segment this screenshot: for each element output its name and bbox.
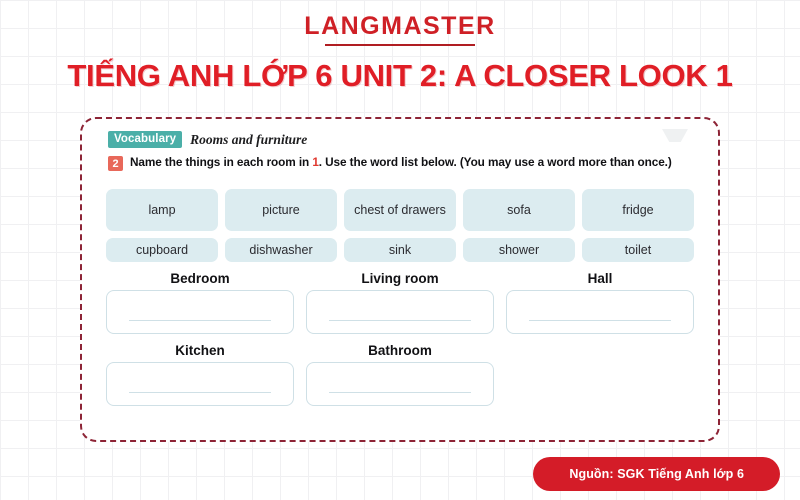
word-chip[interactable]: sink (344, 238, 456, 262)
word-chip[interactable]: lamp (106, 189, 218, 231)
room-label: Living room (361, 271, 439, 286)
vocabulary-badge: Vocabulary (108, 131, 183, 148)
answer-writing-line (329, 392, 471, 393)
room-cell-living-room: Living room (306, 271, 494, 334)
brand-underline (325, 44, 475, 46)
room-label: Hall (587, 271, 613, 286)
word-chip[interactable]: sofa (463, 189, 575, 231)
answer-box[interactable] (106, 362, 294, 406)
instruction-text-part2: . Use the word list below. (You may use … (318, 155, 672, 169)
word-chip[interactable]: toilet (582, 238, 694, 262)
instruction-row: 2 Name the things in each room in 1. Use… (108, 155, 700, 171)
word-chip[interactable]: shower (463, 238, 575, 262)
answer-writing-line (529, 320, 671, 321)
word-chip[interactable]: cupboard (106, 238, 218, 262)
word-chip[interactable]: fridge (582, 189, 694, 231)
exercise-number-badge: 2 (108, 156, 123, 171)
page-title: TIẾNG ANH LỚP 6 UNIT 2: A CLOSER LOOK 1 (67, 58, 733, 93)
instruction-text: Name the things in each room in 1. Use t… (130, 155, 672, 170)
instruction-text-part1: Name the things in each room in (130, 155, 313, 169)
brand-logo-text: LANGMASTER (304, 12, 496, 40)
room-cell-hall: Hall (506, 271, 694, 334)
brand-header: LANGMASTER (0, 0, 800, 46)
answer-writing-line (329, 320, 471, 321)
word-chip[interactable]: chest of drawers (344, 189, 456, 231)
room-label: Bedroom (170, 271, 230, 286)
room-label: Kitchen (175, 343, 225, 358)
answer-box[interactable] (506, 290, 694, 334)
answer-box[interactable] (106, 290, 294, 334)
room-cell-kitchen: Kitchen (106, 343, 294, 406)
room-cell-bathroom: Bathroom (306, 343, 494, 406)
answer-writing-line (129, 320, 271, 321)
word-chip[interactable]: dishwasher (225, 238, 337, 262)
vocabulary-topic: Rooms and furniture (190, 131, 308, 147)
source-badge: Nguồn: SGK Tiếng Anh lớp 6 (533, 457, 780, 491)
room-label: Bathroom (368, 343, 432, 358)
word-bank: lamp picture chest of drawers sofa fridg… (100, 189, 700, 262)
answer-box[interactable] (306, 290, 494, 334)
room-cell-bedroom: Bedroom (106, 271, 294, 334)
worksheet-card: Vocabulary Rooms and furniture 2 Name th… (80, 117, 720, 442)
word-chip[interactable]: picture (225, 189, 337, 231)
vocabulary-header: Vocabulary Rooms and furniture (108, 131, 700, 148)
rooms-row-1: Bedroom Living room Hall (100, 271, 700, 334)
answer-writing-line (129, 392, 271, 393)
answer-box[interactable] (306, 362, 494, 406)
rooms-row-2: Kitchen Bathroom (100, 343, 700, 406)
